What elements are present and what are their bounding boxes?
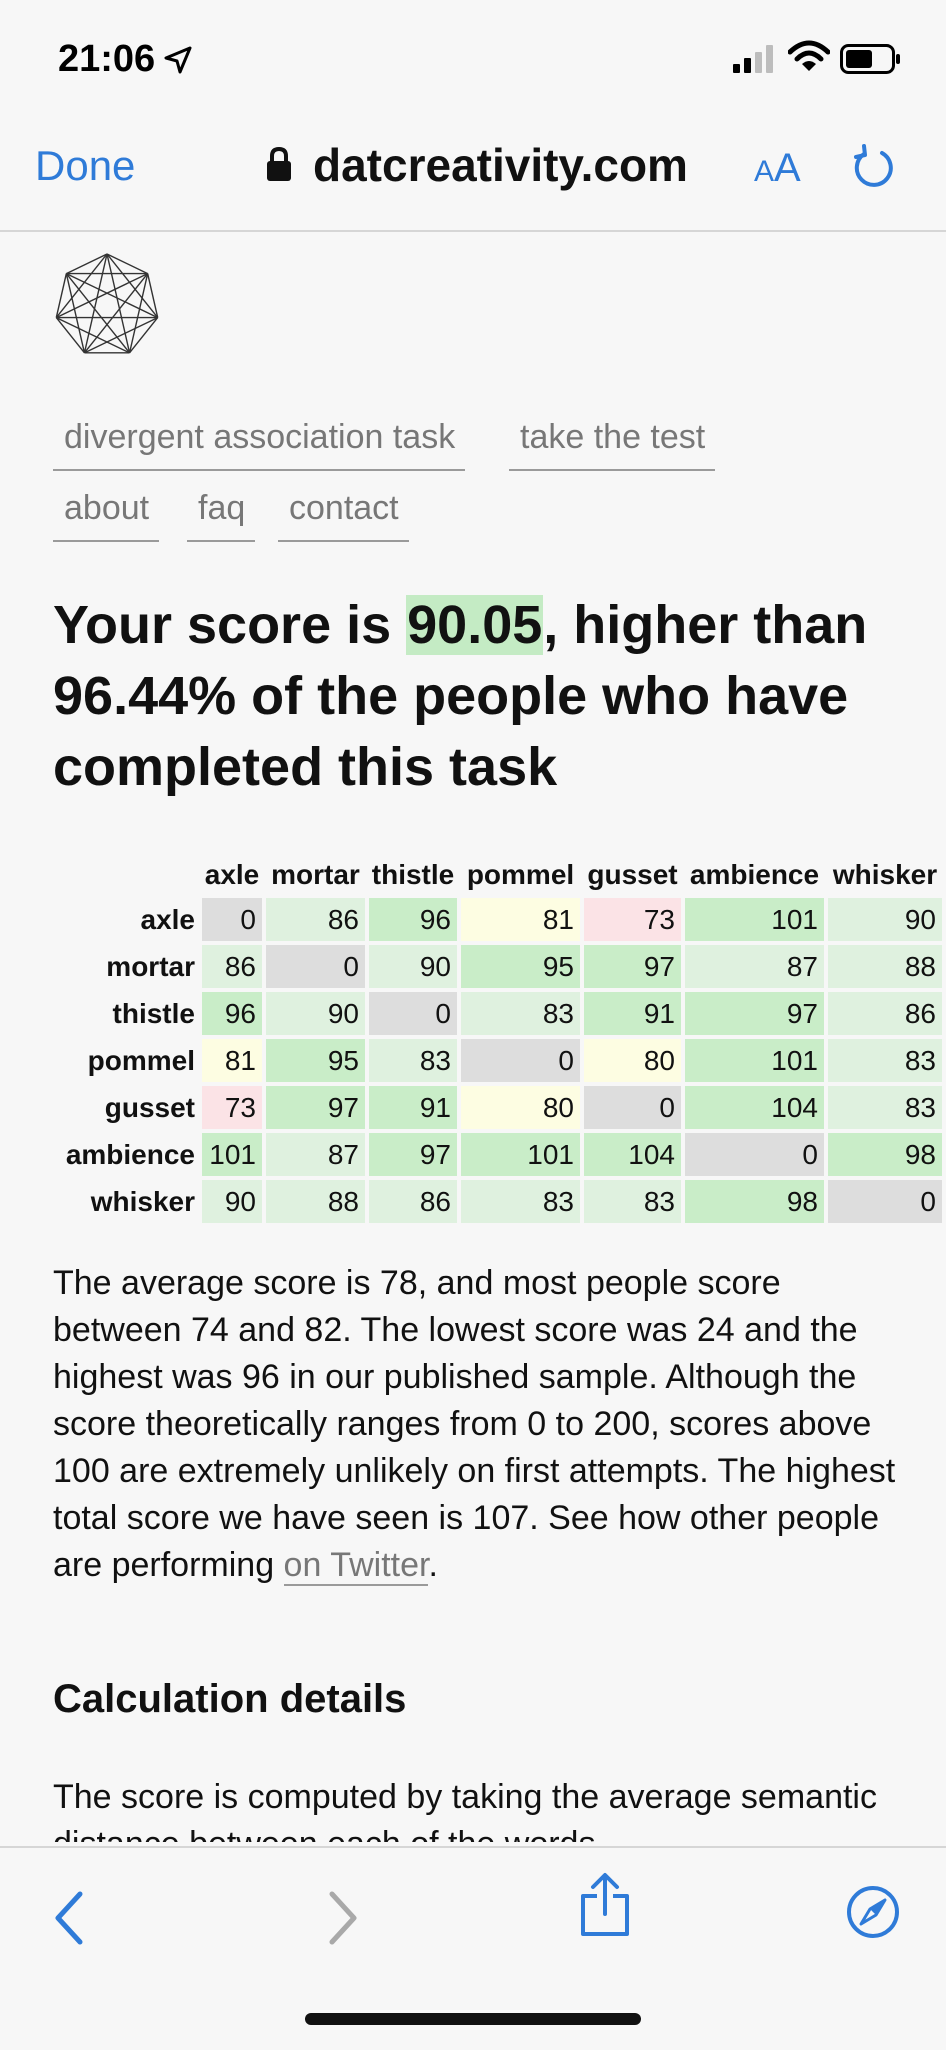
forward-icon[interactable] <box>326 1890 360 1946</box>
nav-faq[interactable]: faq <box>187 489 256 542</box>
matrix-cell: 87 <box>685 945 824 988</box>
done-button[interactable]: Done <box>35 142 135 190</box>
matrix-cell: 98 <box>685 1180 824 1223</box>
column-header-gusset: gusset <box>587 859 678 890</box>
matrix-cell: 83 <box>461 992 580 1035</box>
site-logo-icon[interactable] <box>52 250 162 360</box>
matrix-cell: 96 <box>202 992 262 1035</box>
matrix-cell: 101 <box>685 898 824 941</box>
matrix-cell: 97 <box>266 1086 365 1129</box>
matrix-cell: 83 <box>828 1086 942 1129</box>
column-header-pommel: pommel <box>466 859 575 890</box>
matrix-cell: 90 <box>266 992 365 1035</box>
matrix-cell: 97 <box>584 945 681 988</box>
explanation-end: . <box>428 1546 438 1584</box>
matrix-cell: 97 <box>369 1133 457 1176</box>
column-header-whisker: whisker <box>832 859 938 890</box>
matrix-cell: 101 <box>685 1039 824 1082</box>
reload-icon[interactable] <box>852 144 896 190</box>
column-header-ambience: ambience <box>689 859 820 890</box>
matrix-cell: 101 <box>461 1133 580 1176</box>
matrix-cell: 104 <box>584 1133 681 1176</box>
column-header-mortar: mortar <box>271 859 360 890</box>
text-size-button[interactable]: AA <box>754 146 801 191</box>
matrix-cell: 83 <box>584 1180 681 1223</box>
nav-divergent-association-task[interactable]: divergent association task <box>53 418 466 471</box>
row-header-ambience: ambience <box>65 1139 195 1170</box>
matrix-cell: 86 <box>828 992 942 1035</box>
row-header-pommel: pommel <box>87 1045 195 1076</box>
matrix-cell: 73 <box>584 898 681 941</box>
status-bar: 21:06 <box>0 0 946 110</box>
row-header-thistle: thistle <box>112 998 195 1029</box>
matrix-cell: 104 <box>685 1086 824 1129</box>
matrix-cell: 83 <box>369 1039 457 1082</box>
location-arrow-icon <box>164 46 192 74</box>
matrix-cell: 81 <box>202 1039 262 1082</box>
matrix-cell: 0 <box>685 1133 824 1176</box>
explanation-text: The average score is 78, and most people… <box>53 1264 896 1584</box>
matrix-cell: 95 <box>461 945 580 988</box>
matrix-cell: 91 <box>369 1086 457 1129</box>
matrix-cell: 88 <box>828 945 942 988</box>
matrix-cell: 86 <box>266 898 365 941</box>
row-header-gusset: gusset <box>104 1092 195 1123</box>
column-header-thistle: thistle <box>371 859 455 890</box>
row-header-mortar: mortar <box>106 951 195 982</box>
matrix-cell: 97 <box>685 992 824 1035</box>
matrix-cell: 0 <box>202 898 262 941</box>
matrix-cell: 80 <box>584 1039 681 1082</box>
nav-about[interactable]: about <box>53 489 160 542</box>
row-header-whisker: whisker <box>90 1186 195 1217</box>
wifi-icon <box>788 40 830 71</box>
text-size-small-a: A <box>754 155 775 188</box>
text-size-large-a: A <box>774 146 801 190</box>
matrix-cell: 80 <box>461 1086 580 1129</box>
matrix-cell: 86 <box>202 945 262 988</box>
lock-icon <box>267 146 291 181</box>
matrix-cell: 83 <box>461 1180 580 1223</box>
score-explanation: The average score is 78, and most people… <box>53 1260 913 1589</box>
matrix-cell: 98 <box>828 1133 942 1176</box>
matrix-cell: 81 <box>461 898 580 941</box>
nav-take-the-test[interactable]: take the test <box>509 418 716 471</box>
matrix-cell: 101 <box>202 1133 262 1176</box>
calculation-details-heading: Calculation details <box>53 1677 407 1721</box>
matrix-cell: 90 <box>369 945 457 988</box>
share-icon[interactable] <box>579 1872 631 1938</box>
calculation-details-text: The score is computed by taking the aver… <box>53 1778 877 1842</box>
nav-contact[interactable]: contact <box>278 489 409 542</box>
matrix-cell: 0 <box>828 1180 942 1223</box>
column-header-axle: axle <box>204 859 260 890</box>
row-header-axle: axle <box>140 904 196 935</box>
matrix-cell: 95 <box>266 1039 365 1082</box>
matrix-cell: 88 <box>266 1180 365 1223</box>
matrix-cell: 0 <box>584 1086 681 1129</box>
score-headline: Your score is 90.05, higher than 96.44% … <box>53 590 913 803</box>
url-domain[interactable]: datcreativity.com <box>313 138 688 192</box>
home-indicator <box>305 2013 641 2025</box>
compass-icon[interactable] <box>845 1884 901 1940</box>
matrix-cell: 90 <box>202 1180 262 1223</box>
matrix-cell: 90 <box>828 898 942 941</box>
browser-header: Done datcreativity.com AA <box>0 110 946 232</box>
matrix-cell: 0 <box>266 945 365 988</box>
matrix-cell: 83 <box>828 1039 942 1082</box>
matrix-cell: 87 <box>266 1133 365 1176</box>
matrix-cell: 91 <box>584 992 681 1035</box>
signal-icon <box>733 45 773 73</box>
twitter-link[interactable]: on Twitter <box>283 1546 429 1586</box>
battery-icon <box>840 44 900 74</box>
score-value: 90.05 <box>406 595 544 655</box>
matrix-cell: 0 <box>461 1039 580 1082</box>
back-icon[interactable] <box>52 1890 86 1946</box>
matrix-cell: 96 <box>369 898 457 941</box>
status-time: 21:06 <box>58 38 156 80</box>
headline-prefix: Your score is <box>53 595 407 655</box>
matrix-cell: 0 <box>369 992 457 1035</box>
matrix-cell: 86 <box>369 1180 457 1223</box>
matrix-cell: 73 <box>202 1086 262 1129</box>
